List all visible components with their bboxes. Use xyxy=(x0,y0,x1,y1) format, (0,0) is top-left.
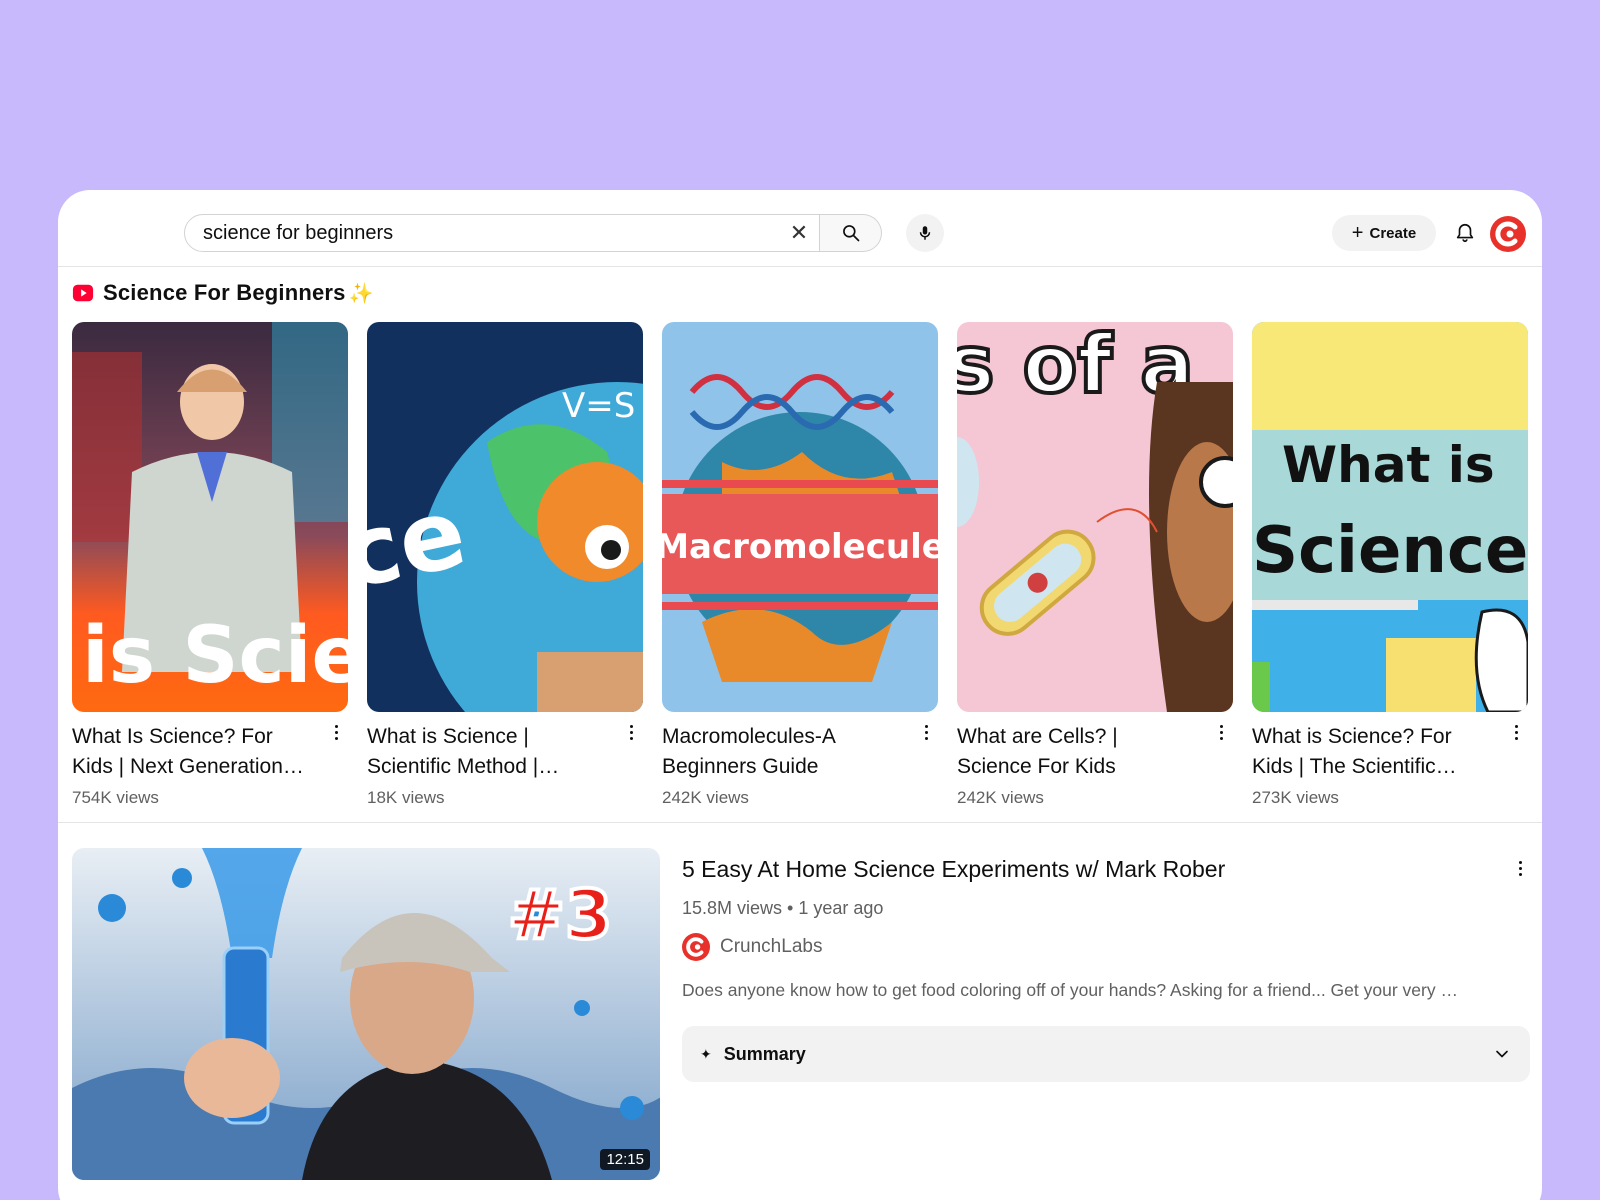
svg-text:V=S: V=S xyxy=(562,386,635,426)
summary-expander[interactable]: ✦ Summary xyxy=(682,1026,1530,1082)
short-thumbnail[interactable]: s of a xyxy=(957,322,1233,712)
more-options-button[interactable] xyxy=(1508,720,1524,744)
short-views: 754K views xyxy=(72,788,159,807)
thumbnail-text: Macromolecule xyxy=(662,527,938,567)
video-thumbnail[interactable]: #3 12:15 xyxy=(72,848,660,1180)
short-title[interactable]: What are Cells? | Science For Kids xyxy=(957,722,1197,782)
short-thumbnail[interactable]: What is Science? xyxy=(1252,322,1528,712)
shorts-shelf: is Scie What Is Science? For Kids | Next… xyxy=(72,322,1528,812)
thumbnail-image: is Scie xyxy=(72,322,348,712)
short-title[interactable]: What is Science | Scientific Method |… xyxy=(367,722,607,782)
shelf-header: Science For Beginners ✨ xyxy=(72,278,374,308)
short-thumbnail[interactable]: Macromolecule xyxy=(662,322,938,712)
short-views: 273K views xyxy=(1252,788,1339,807)
more-options-button[interactable] xyxy=(328,720,344,744)
sparkle-icon: ✦ xyxy=(700,1045,712,1062)
short-card[interactable]: What is Science? What is Science? For Ki… xyxy=(1252,322,1528,807)
youtube-shorts-icon xyxy=(72,284,94,302)
video-meta: 15.8M views • 1 year ago xyxy=(682,898,884,918)
chevron-down-icon xyxy=(1496,1050,1508,1058)
top-bar: science for beginners ✕ + Create xyxy=(58,190,1542,267)
create-button[interactable]: + Create xyxy=(1332,215,1436,251)
short-views: 18K views xyxy=(367,788,445,807)
bell-icon xyxy=(1456,223,1474,243)
plus-icon: + xyxy=(1351,222,1364,244)
video-badge: #3 xyxy=(508,876,612,955)
more-options-button[interactable] xyxy=(1512,856,1528,880)
thumbnail-text: is Scie xyxy=(82,611,348,701)
short-card[interactable]: s of a What are Cells? | Science For Kid… xyxy=(957,322,1233,807)
short-card[interactable]: Macromolecule Macromolecules-A Beginners… xyxy=(662,322,938,807)
search-button[interactable] xyxy=(820,214,882,252)
thumbnail-image: #3 xyxy=(72,848,660,1180)
close-icon[interactable]: ✕ xyxy=(779,215,819,251)
more-options-button[interactable] xyxy=(623,720,639,744)
voice-search-button[interactable] xyxy=(906,214,944,252)
more-options-button[interactable] xyxy=(1213,720,1229,744)
search-query[interactable]: science for beginners xyxy=(203,222,779,245)
short-card[interactable]: V=S ce What is Science | Scientific Meth… xyxy=(367,322,643,807)
short-thumbnail[interactable]: V=S ce xyxy=(367,322,643,712)
channel-name[interactable]: CrunchLabs xyxy=(720,936,822,958)
thumbnail-text: Science? xyxy=(1252,514,1528,588)
summary-label: Summary xyxy=(723,1043,806,1064)
sparkle-icon: ✨ xyxy=(348,282,374,305)
search-input[interactable]: science for beginners ✕ xyxy=(184,214,820,252)
thumbnail-image: What is Science? xyxy=(1252,322,1528,712)
crunchlabs-logo-icon xyxy=(1490,216,1526,252)
short-title[interactable]: What Is Science? For Kids | Next Generat… xyxy=(72,722,312,782)
thumbnail-image: Macromolecule xyxy=(662,322,938,712)
video-description: Does anyone know how to get food colorin… xyxy=(682,980,1458,1000)
mic-icon xyxy=(919,226,931,240)
create-label: Create xyxy=(1369,224,1417,242)
video-duration: 12:15 xyxy=(600,1149,650,1170)
short-thumbnail[interactable]: is Scie xyxy=(72,322,348,712)
more-options-button[interactable] xyxy=(918,720,934,744)
thumbnail-image: s of a xyxy=(957,322,1233,712)
video-title[interactable]: 5 Easy At Home Science Experiments w/ Ma… xyxy=(682,856,1225,883)
shelf-title[interactable]: Science For Beginners xyxy=(103,280,346,306)
thumbnail-text: What is xyxy=(1282,436,1495,494)
search-icon xyxy=(842,225,859,242)
short-card[interactable]: is Scie What Is Science? For Kids | Next… xyxy=(72,322,348,807)
browser-window: science for beginners ✕ + Create Science… xyxy=(58,190,1542,1200)
divider xyxy=(58,822,1542,823)
avatar[interactable] xyxy=(1490,216,1526,252)
short-title[interactable]: Macromolecules-A Beginners Guide xyxy=(662,722,902,782)
channel-link[interactable]: CrunchLabs xyxy=(682,933,822,961)
short-views: 242K views xyxy=(957,788,1044,807)
short-title[interactable]: What is Science? For Kids | The Scientif… xyxy=(1252,722,1492,782)
short-views: 242K views xyxy=(662,788,749,807)
channel-avatar[interactable] xyxy=(682,933,710,961)
thumbnail-image: V=S ce xyxy=(367,322,643,712)
notifications-button[interactable] xyxy=(1448,216,1482,250)
